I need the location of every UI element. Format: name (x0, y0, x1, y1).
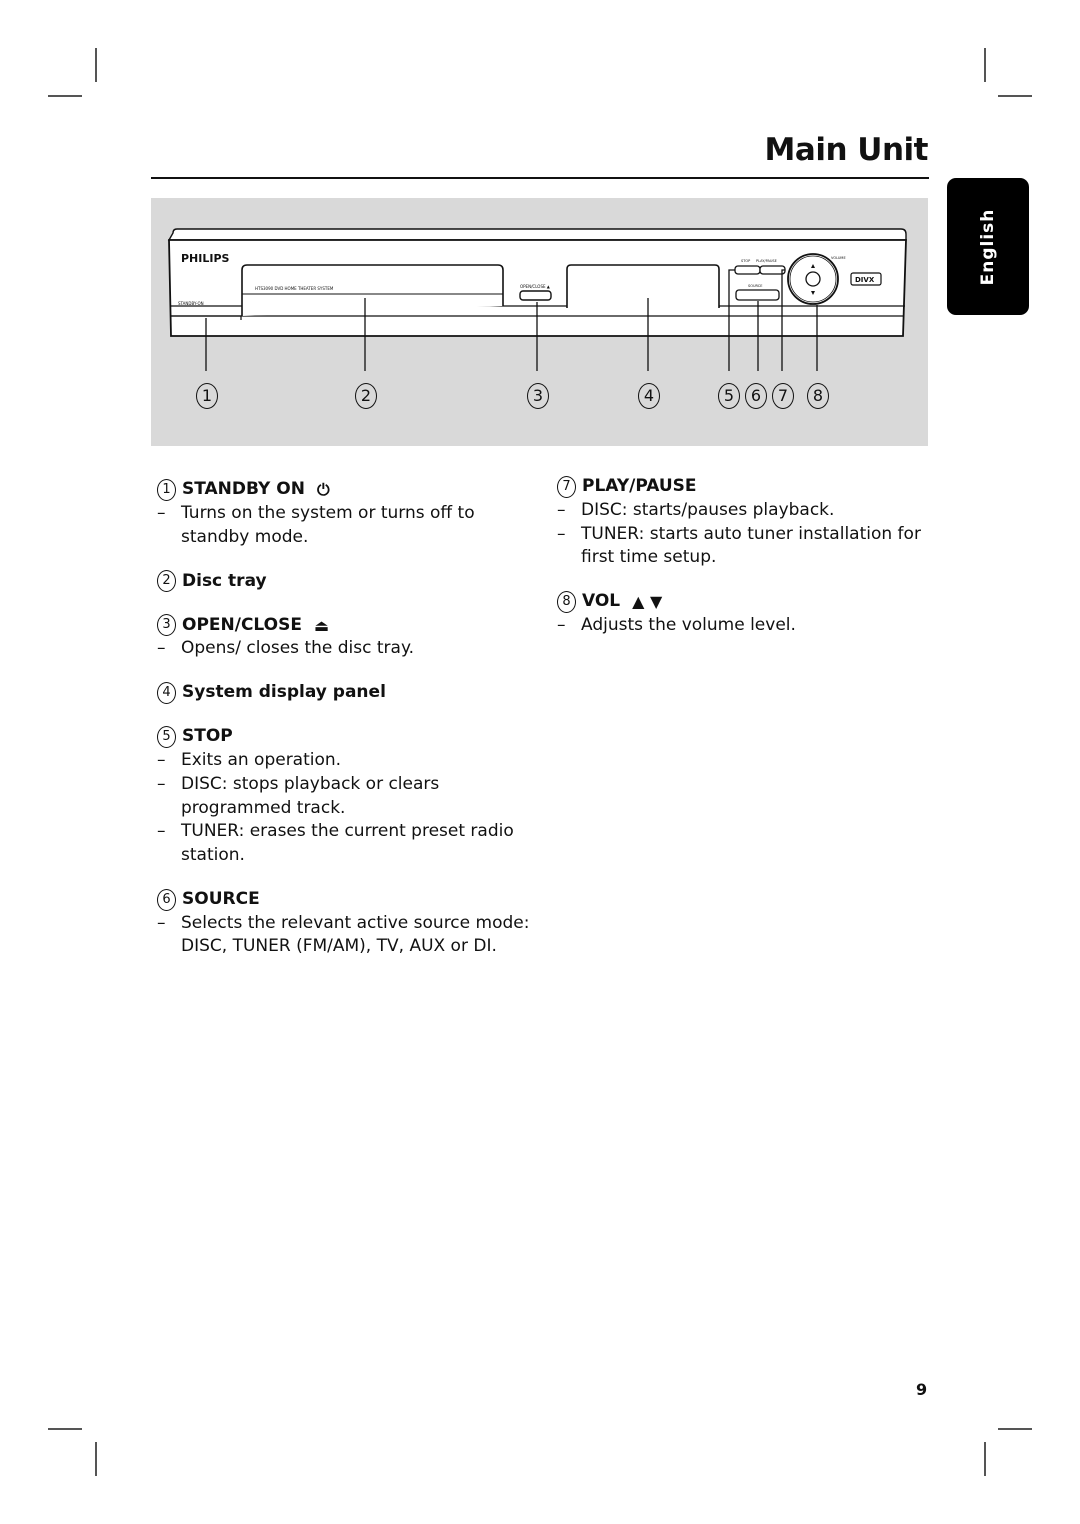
source-button (735, 289, 780, 301)
crop-mark (48, 1428, 82, 1430)
callout-3: 3 (527, 383, 549, 409)
stop-button (734, 265, 761, 275)
item-bullet: Opens/ closes the disc tray. (181, 638, 414, 659)
item-title: VOL (582, 591, 621, 612)
play-pause-button (759, 265, 786, 275)
callout-8: 8 (807, 383, 829, 409)
volume-label: VOLUME (831, 256, 846, 260)
item-title: SOURCE (182, 888, 260, 909)
item-stop: 5 STOP – Exits an operation. – DISC: stops … (157, 725, 537, 868)
item-title: System display panel (182, 682, 386, 703)
standby-label: STANDBY-ON (178, 301, 204, 306)
callout-6: 6 (745, 383, 767, 409)
crop-mark (998, 95, 1032, 97)
open-close-label: OPEN/CLOSE ▲ (520, 284, 551, 289)
item-display-panel: 4 System display panel (157, 681, 537, 705)
callout-2: 2 (355, 383, 377, 409)
item-title: PLAY/PAUSE (582, 476, 697, 497)
item-vol: 8 VOL ▲ ▼ – Adjusts the volume level. (557, 590, 937, 638)
callout-7: 7 (772, 383, 794, 409)
volume-arrows-icon: ▲ ▼ (632, 592, 663, 612)
source-label: SOURCE (748, 284, 762, 288)
page-number: 9 (916, 1380, 928, 1399)
crop-mark (984, 1442, 986, 1476)
play-pause-label: PLAY/PAUSE (756, 259, 777, 263)
item-bullet: TUNER: starts auto tuner installation fo… (581, 523, 921, 568)
title-rule (151, 177, 929, 179)
item-bullet: DISC: starts/pauses playback. (581, 500, 835, 520)
unit-top-lip (167, 228, 907, 241)
callout-1: 1 (196, 383, 218, 409)
language-tab-label: English (978, 208, 998, 285)
item-bullet: Exits an operation. (181, 750, 342, 771)
divx-label: DIVX (855, 276, 875, 284)
open-close-button (519, 290, 552, 301)
right-column: 7 PLAY/PAUSE – DISC: starts/pauses playbac… (557, 475, 937, 658)
eject-icon: ⏏ (313, 615, 330, 635)
main-unit-figure: PHILIPS HTS3090 DVD HOME THEATER SYSTEM … (151, 198, 928, 446)
brand-logo: PHILIPS (181, 252, 230, 265)
item-source: 6 SOURCE – Selects the relevant active sou… (157, 888, 537, 959)
page-title: Main Unit (764, 132, 929, 168)
item-open-close: 3 OPEN/CLOSE ⏏ – Opens/ closes the disc tra… (157, 613, 537, 661)
crop-mark (95, 1442, 97, 1476)
item-play-pause: 7 PLAY/PAUSE – DISC: starts/pauses playbac… (557, 475, 937, 570)
crop-mark (95, 48, 97, 82)
item-bullet: Adjusts the volume level. (581, 615, 796, 636)
item-bullet: Turns on the system or turns off to stan… (181, 503, 475, 547)
callout-4: 4 (638, 383, 660, 409)
stop-label: STOP (741, 259, 750, 263)
language-tab: English (947, 178, 1029, 315)
item-bullet: Selects the relevant active source mode:… (181, 912, 530, 957)
item-title: Disc tray (182, 570, 267, 591)
crop-mark (48, 95, 82, 97)
callout-5: 5 (718, 383, 740, 409)
item-standby-on: 1 STANDBY ON ⏻ – Turns on the system or tur… (157, 478, 537, 549)
item-title: STANDBY ON (182, 479, 305, 500)
item-title: OPEN/CLOSE (182, 614, 302, 635)
item-bullet: TUNER: erases the current preset radio s… (181, 821, 514, 865)
crop-mark (984, 48, 986, 82)
left-column: 1 STANDBY ON ⏻ – Turns on the system or tur… (157, 478, 537, 979)
display-panel (566, 264, 720, 308)
item-disc-tray: 2 Disc tray (157, 569, 537, 593)
item-title: STOP (182, 726, 233, 747)
model-label: HTS3090 DVD HOME THEATER SYSTEM (255, 286, 334, 291)
power-icon: ⏻ (316, 480, 330, 500)
item-bullet: DISC: stops playback or clears programme… (181, 773, 440, 818)
crop-mark (998, 1428, 1032, 1430)
